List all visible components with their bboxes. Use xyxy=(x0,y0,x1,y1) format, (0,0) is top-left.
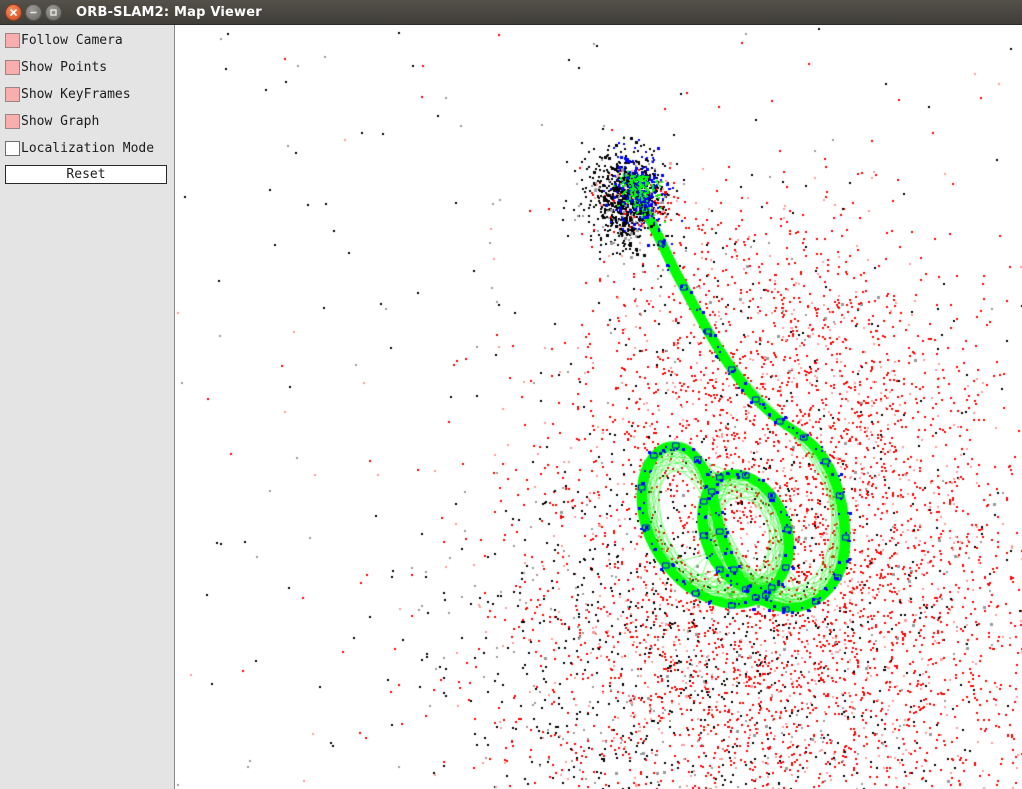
show-graph-label: Show Graph xyxy=(21,113,100,129)
show-points-checkbox[interactable] xyxy=(5,59,20,75)
follow-camera-checkbox[interactable] xyxy=(5,32,20,48)
show-keyframes-checkbox[interactable] xyxy=(5,86,20,102)
minimize-button[interactable] xyxy=(25,3,42,21)
title-bar: ORB-SLAM2: Map Viewer xyxy=(0,0,1022,25)
maximize-icon xyxy=(50,8,57,16)
control-panel: Follow Camera Show Points Show KeyFrames… xyxy=(0,25,175,789)
show-points-label: Show Points xyxy=(21,59,108,75)
close-icon xyxy=(10,8,17,16)
checkbox-row-show-keyframes[interactable]: Show KeyFrames xyxy=(5,84,174,104)
localization-mode-label: Localization Mode xyxy=(21,140,155,156)
orb-slam2-map-viewer-window: ORB-SLAM2: Map Viewer Follow Camera Show… xyxy=(0,0,1022,789)
point-cloud-canvas[interactable] xyxy=(176,25,1022,789)
reset-button[interactable]: Reset xyxy=(5,165,167,184)
checkbox-row-show-points[interactable]: Show Points xyxy=(5,57,174,77)
close-button[interactable] xyxy=(5,3,22,21)
follow-camera-label: Follow Camera xyxy=(21,32,123,48)
maximize-button[interactable] xyxy=(45,3,62,21)
minimize-icon xyxy=(30,11,37,13)
show-keyframes-label: Show KeyFrames xyxy=(21,86,131,102)
map-3d-viewport[interactable] xyxy=(176,25,1022,789)
show-graph-checkbox[interactable] xyxy=(5,113,20,129)
localization-mode-checkbox[interactable] xyxy=(5,140,20,156)
window-title: ORB-SLAM2: Map Viewer xyxy=(76,4,262,20)
checkbox-row-show-graph[interactable]: Show Graph xyxy=(5,111,174,131)
checkbox-row-follow-camera[interactable]: Follow Camera xyxy=(5,30,174,50)
checkbox-row-localization-mode[interactable]: Localization Mode xyxy=(5,138,174,158)
window-controls xyxy=(5,3,62,21)
